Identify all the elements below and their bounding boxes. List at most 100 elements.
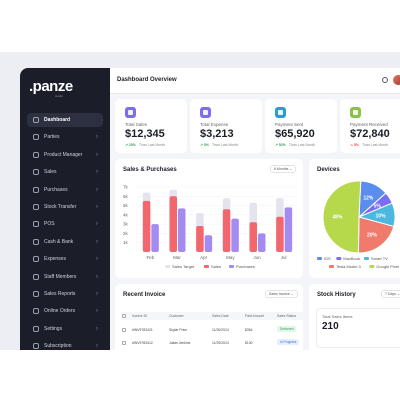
sidebar-item-label: Stock Transfer bbox=[44, 204, 77, 210]
brand-logo[interactable]: .panze bbox=[29, 78, 73, 95]
y-tick-label: 4k bbox=[123, 212, 129, 217]
months-filter[interactable]: 6 Months ⌄ bbox=[270, 165, 297, 173]
kpi-change-percent: ↗ 52% bbox=[275, 143, 286, 147]
globe-icon[interactable] bbox=[382, 77, 388, 83]
kpi-change: ↗ 5% Than Last Month bbox=[200, 143, 238, 147]
sidebar-item-sales[interactable]: Sales › bbox=[27, 165, 103, 179]
globe-icon bbox=[33, 308, 39, 315]
row-checkbox[interactable] bbox=[122, 328, 126, 332]
kpi-change-percent: ↗ 5% bbox=[200, 143, 209, 147]
chevron-right-icon: › bbox=[96, 186, 98, 193]
kpi-label: Total Expense bbox=[200, 122, 229, 127]
kpi-change-percent: ↘ 5% bbox=[350, 143, 359, 147]
table-row[interactable]: #INV9783412 Julian Jenkins 11/29/2024 $130 I… bbox=[121, 338, 304, 348]
chevron-right-icon: › bbox=[96, 204, 98, 210]
table-row[interactable]: #INV9783421 Skylar Price 11/30/2024 $354 Del… bbox=[121, 325, 304, 335]
legend-label: Smart TV bbox=[371, 256, 388, 261]
kpi-change: ↘ 5% Than Last Month bbox=[350, 143, 388, 147]
sidebar-item-staff-members[interactable]: Staff Members › bbox=[27, 270, 103, 284]
sidebar-item-label: Sales bbox=[44, 169, 57, 176]
sidebar-item-online-orders[interactable]: Online Orders › bbox=[27, 304, 103, 318]
kpi-label: Payment Received bbox=[350, 122, 388, 127]
bar-purchases[interactable] bbox=[231, 218, 239, 252]
bar-sales[interactable] bbox=[276, 216, 284, 252]
chevron-right-icon: › bbox=[96, 256, 98, 263]
bar-purchases[interactable] bbox=[204, 235, 213, 252]
sidebar-item-settings[interactable]: Settings › bbox=[27, 322, 103, 336]
col-customer[interactable]: Customer bbox=[169, 314, 184, 318]
x-tick-label: Jun bbox=[253, 255, 261, 260]
kpi-value: $72,840 bbox=[350, 128, 390, 140]
kpi-card-payment-sent: Payment Sent $65,920 ↗ 52% Than Last Month bbox=[265, 99, 337, 153]
chevron-right-icon: › bbox=[96, 273, 98, 280]
sidebar-item-label: Settings bbox=[44, 325, 63, 332]
sidebar-item-pos[interactable]: POS › bbox=[27, 217, 103, 231]
staff-icon bbox=[33, 273, 39, 280]
legend-label: Google Pixel bbox=[376, 264, 399, 269]
sidebar-item-stock-transfer[interactable]: Stock Transfer › bbox=[27, 200, 103, 214]
avatar[interactable] bbox=[393, 75, 400, 85]
sidebar-item-label: Purchases bbox=[44, 186, 68, 193]
sidebar-item-sales-reports[interactable]: Sales Reports › bbox=[27, 287, 103, 301]
invoice-type-filter[interactable]: Sales Invoice ⌄ bbox=[265, 290, 298, 298]
col-invoice-id[interactable]: Invoice ID bbox=[132, 314, 147, 318]
transfer-icon bbox=[33, 204, 39, 210]
col-sales-date[interactable]: Sales Date bbox=[212, 314, 229, 318]
pie-slice-label: 48% bbox=[332, 214, 343, 220]
bar-sales[interactable] bbox=[222, 209, 231, 252]
bar-sales[interactable] bbox=[142, 200, 151, 252]
bar-purchases[interactable] bbox=[258, 233, 266, 252]
sidebar-item-dashboard[interactable]: Dashboard bbox=[27, 113, 103, 127]
col-paid-amount[interactable]: Paid Amount bbox=[245, 314, 264, 318]
bar-purchases[interactable] bbox=[178, 208, 186, 252]
bar-purchases[interactable] bbox=[151, 224, 159, 252]
x-tick-label: Apr bbox=[200, 255, 208, 260]
cell-amount: $130 bbox=[245, 341, 253, 345]
kpi-icon bbox=[350, 107, 361, 118]
report-icon bbox=[33, 291, 39, 297]
bar-sales[interactable] bbox=[196, 226, 204, 252]
days-filter[interactable]: 7 Days ⌄ bbox=[381, 290, 400, 298]
sidebar-item-expenses[interactable]: Expenses › bbox=[27, 252, 103, 266]
bar-sales[interactable] bbox=[169, 196, 178, 252]
wallet-icon bbox=[33, 256, 39, 263]
main-content: Dashboard Overview Total Sales $12,345 ↗ 2… bbox=[110, 68, 400, 350]
brand-sub: studio bbox=[55, 94, 64, 98]
kpi-change: ↗ 52% Than Last Month bbox=[275, 143, 315, 147]
y-tick-label: 5k bbox=[123, 203, 129, 208]
gear-icon bbox=[33, 325, 39, 332]
page-title: Dashboard Overview bbox=[117, 77, 177, 83]
sidebar-item-parties[interactable]: Parties › bbox=[27, 130, 103, 144]
chevron-right-icon: › bbox=[96, 325, 98, 332]
kpi-change: ↗ 20% Than Last Month bbox=[125, 143, 165, 147]
sidebar-item-label: Dashboard bbox=[44, 117, 71, 123]
box-icon bbox=[33, 151, 39, 158]
legend-swatch bbox=[336, 257, 342, 260]
pie-slice-label: 12% bbox=[363, 196, 374, 202]
y-tick-label: 3k bbox=[123, 222, 129, 227]
users-icon bbox=[33, 134, 39, 141]
bar-sales[interactable] bbox=[249, 222, 258, 252]
sidebar-item-cash-bank[interactable]: Cash & Bank › bbox=[27, 235, 103, 249]
kpi-change-percent: ↗ 20% bbox=[125, 143, 136, 147]
select-all-checkbox[interactable] bbox=[122, 314, 126, 318]
x-tick-label: May bbox=[226, 255, 235, 260]
pos-icon bbox=[33, 221, 39, 228]
kpi-value: $65,920 bbox=[275, 128, 315, 140]
kpi-value: $3,213 bbox=[200, 128, 234, 140]
col-sales-status[interactable]: Sales Status bbox=[277, 314, 296, 318]
row-checkbox[interactable] bbox=[122, 341, 126, 345]
sidebar-item-product-manager[interactable]: Product Manager › bbox=[27, 148, 103, 162]
sidebar-item-purchases[interactable]: Purchases › bbox=[27, 183, 103, 197]
sidebar-item-subscription[interactable]: Subscription › bbox=[27, 339, 103, 350]
kpi-card-payment-received: Payment Received $72,840 ↘ 5% Than Last Mon… bbox=[340, 99, 400, 153]
legend-swatch bbox=[229, 265, 234, 268]
bar-purchases[interactable] bbox=[284, 207, 293, 252]
chevron-right-icon: › bbox=[96, 343, 98, 350]
stock-card-title: Stock History bbox=[317, 292, 356, 298]
legend-swatch bbox=[364, 257, 369, 260]
cell-date: 11/30/2024 bbox=[212, 328, 229, 332]
pie-slice-label: 10% bbox=[376, 214, 387, 220]
legend-swatch bbox=[329, 265, 334, 268]
kpi-change-note: Than Last Month bbox=[288, 143, 316, 147]
